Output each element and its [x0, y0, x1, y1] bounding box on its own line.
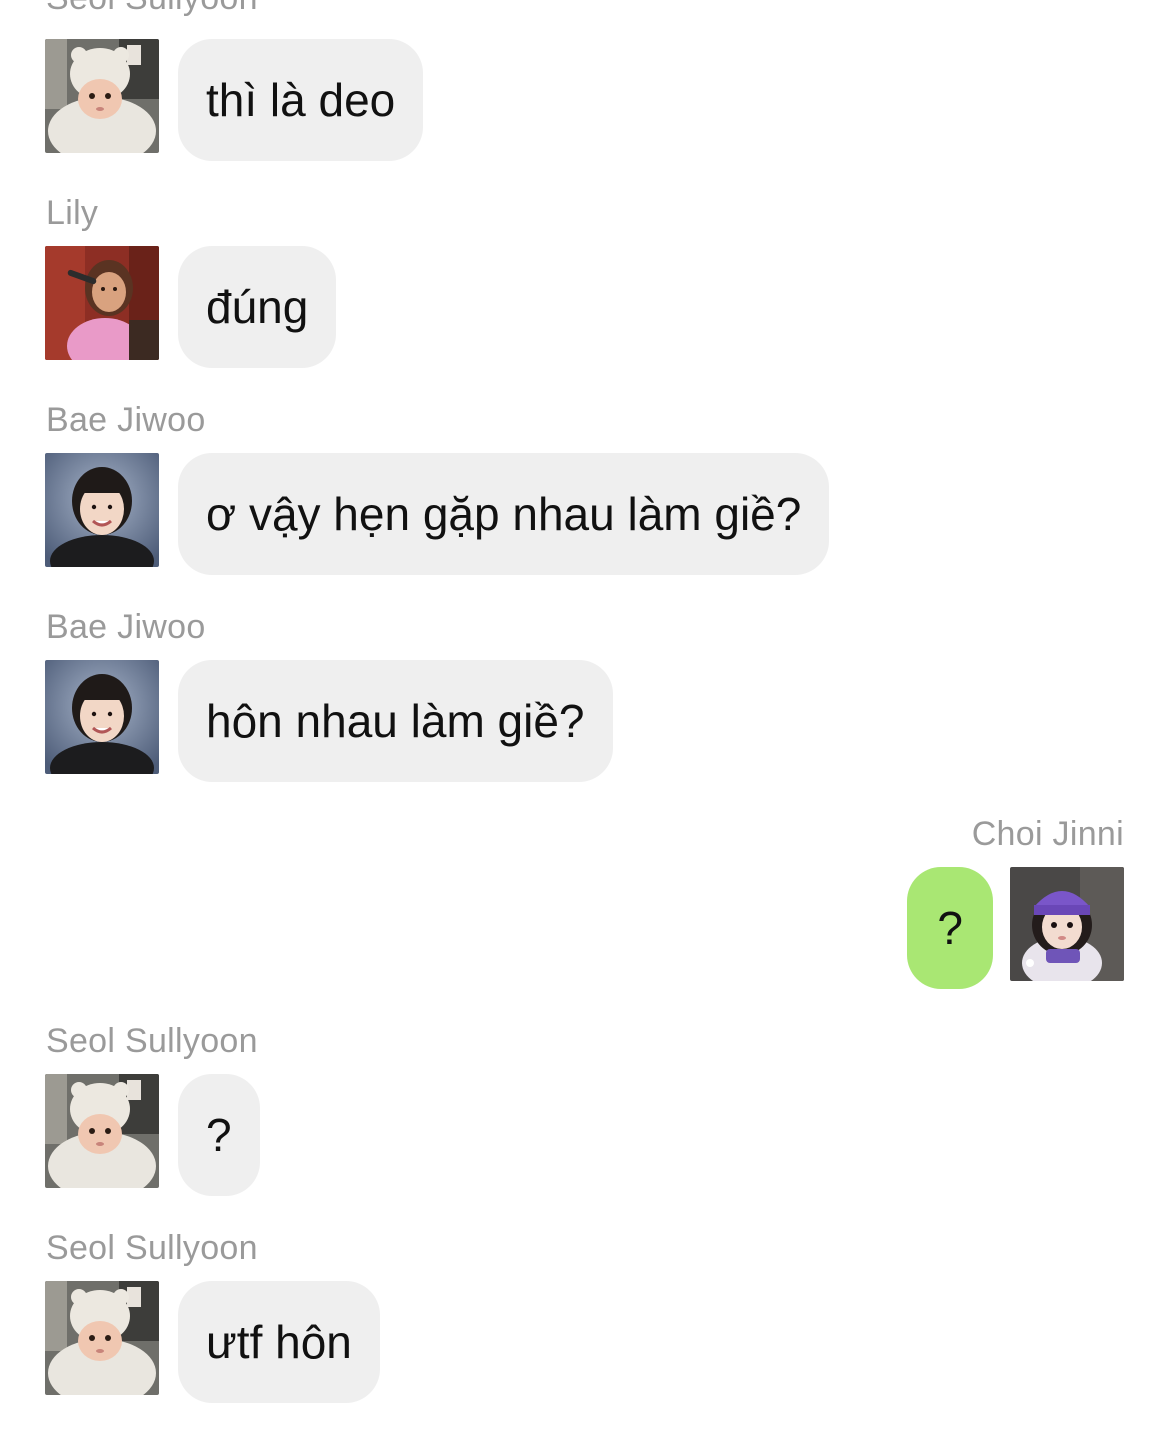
avatar-bae-jiwoo[interactable] — [45, 660, 159, 774]
message-bubble[interactable]: ưtf hôn — [178, 1281, 380, 1403]
avatar-seol-sullyoon[interactable] — [45, 1281, 159, 1395]
avatar-lily[interactable] — [45, 246, 159, 360]
girl-singing-photo-icon — [45, 246, 159, 360]
sender-name: Seol Sullyoon — [46, 1229, 258, 1267]
baby-photo-icon — [45, 1074, 159, 1188]
avatar-seol-sullyoon[interactable] — [45, 39, 159, 153]
message-bubble[interactable]: ? — [178, 1074, 260, 1196]
sender-name: Seol Sullyoon — [46, 0, 258, 18]
avatar-choi-jinni[interactable] — [1010, 867, 1124, 981]
sender-name: Bae Jiwoo — [46, 608, 206, 646]
portrait-photo-icon — [45, 660, 159, 774]
message-bubble[interactable]: thì là deo — [178, 39, 424, 161]
sender-name: Lily — [46, 194, 99, 232]
message-bubble[interactable]: ơ vậy hẹn gặp nhau làm giề? — [178, 453, 830, 575]
sender-name: Choi Jinni — [971, 815, 1124, 853]
avatar-seol-sullyoon[interactable] — [45, 1074, 159, 1188]
sender-name: Seol Sullyoon — [46, 1022, 258, 1060]
message-bubble[interactable]: đúng — [178, 246, 337, 368]
message-bubble-outgoing[interactable]: ? — [907, 867, 993, 989]
message-bubble[interactable]: hôn nhau làm giề? — [178, 660, 613, 782]
portrait-photo-icon — [45, 453, 159, 567]
avatar-bae-jiwoo[interactable] — [45, 453, 159, 567]
child-with-purple-hat-photo-icon — [1010, 867, 1124, 981]
baby-photo-icon — [45, 39, 159, 153]
sender-name: Bae Jiwoo — [46, 401, 206, 439]
baby-photo-icon — [45, 1281, 159, 1395]
